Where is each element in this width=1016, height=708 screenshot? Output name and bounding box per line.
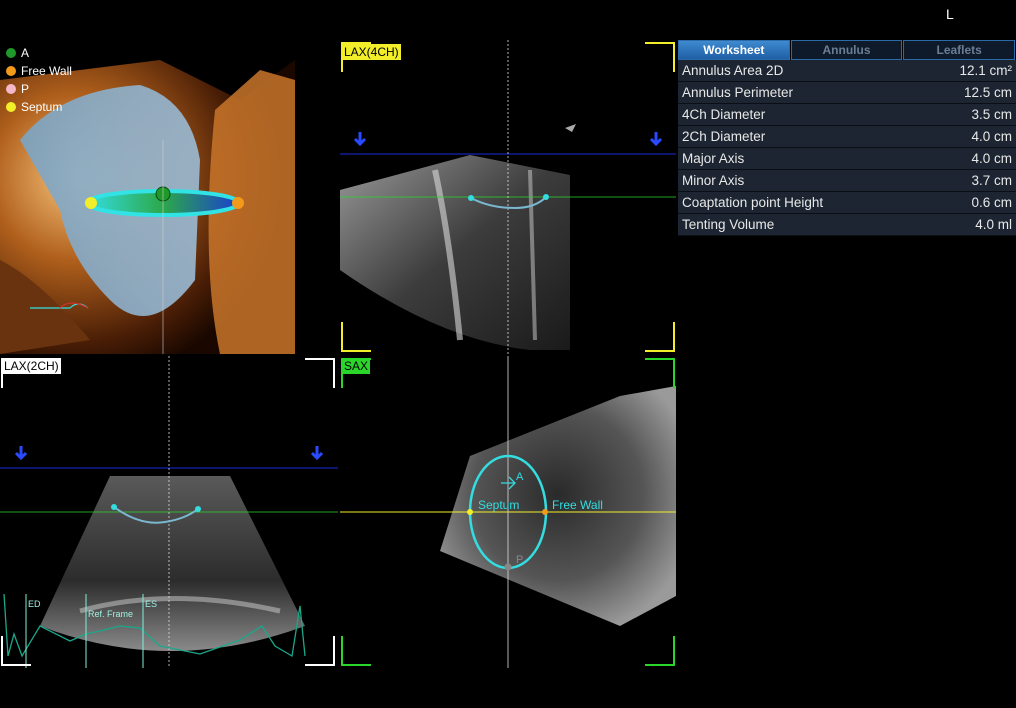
lax2ch-view[interactable]: ED Ref. Frame ES LAX(2CH) — [0, 356, 338, 668]
view-label-lax4ch[interactable]: LAX(4CH) — [342, 44, 401, 60]
table-row[interactable]: 2Ch Diameter 4.0 cm — [678, 126, 1016, 148]
legend-septum-dot-icon — [6, 102, 16, 112]
legend-item-p: P — [6, 82, 29, 96]
view-label-sax[interactable]: SAX — [342, 358, 371, 374]
table-row[interactable]: Coaptation point Height 0.6 cm — [678, 192, 1016, 214]
marker-down-arrow-left-icon — [353, 132, 367, 147]
frame-corner-icon — [305, 358, 335, 388]
sax-label-p: P — [516, 554, 523, 566]
view-label-lax2ch[interactable]: LAX(2CH) — [2, 358, 61, 374]
lax4ch-view[interactable]: LAX(4CH) — [340, 40, 676, 354]
sax-echo-image: Septum Free Wall A P — [340, 356, 676, 668]
ecg-label-ed: ED — [28, 599, 41, 609]
table-row[interactable]: Tenting Volume 4.0 ml — [678, 214, 1016, 236]
tab-leaflets[interactable]: Leaflets — [903, 40, 1016, 60]
worksheet-tabs: Worksheet Annulus Leaflets — [678, 40, 1016, 60]
table-row[interactable]: Annulus Perimeter 12.5 cm — [678, 82, 1016, 104]
table-row[interactable]: Major Axis 4.0 cm — [678, 148, 1016, 170]
sax-view[interactable]: Septum Free Wall A P SAX — [340, 356, 676, 668]
sax-label-septum: Septum — [478, 498, 519, 512]
marker-down-arrow-left-icon — [14, 446, 28, 461]
sax-label-a: A — [516, 471, 524, 483]
table-row[interactable]: 4Ch Diameter 3.5 cm — [678, 104, 1016, 126]
ecg-label-es: ES — [145, 599, 157, 609]
legend-p-dot-icon — [6, 84, 16, 94]
frame-corner-icon — [645, 42, 675, 72]
lax4ch-echo-image — [340, 40, 676, 354]
legend-a-dot-icon — [6, 48, 16, 58]
tab-worksheet[interactable]: Worksheet — [678, 40, 790, 60]
tab-annulus[interactable]: Annulus — [790, 40, 903, 60]
sax-label-free-wall: Free Wall — [552, 498, 603, 512]
orientation-label: L — [946, 6, 954, 22]
3d-view[interactable] — [0, 40, 295, 354]
legend-item-a: A — [6, 46, 29, 60]
frame-corner-icon — [341, 322, 371, 352]
worksheet-panel: Worksheet Annulus Leaflets Annulus Area … — [678, 40, 1016, 236]
frame-corner-icon — [645, 358, 675, 388]
marker-down-arrow-right-icon — [310, 446, 324, 461]
legend-item-free-wall: Free Wall — [6, 64, 72, 78]
3d-render-image — [0, 40, 295, 354]
legend-item-septum: Septum — [6, 100, 62, 114]
table-row[interactable]: Annulus Area 2D 12.1 cm² — [678, 60, 1016, 82]
marker-down-arrow-right-icon — [649, 132, 663, 147]
lax2ch-echo-image: ED Ref. Frame ES — [0, 356, 338, 668]
ecg-label-ref-frame: Ref. Frame — [88, 609, 133, 619]
frame-corner-icon — [305, 636, 335, 666]
frame-corner-icon — [1, 636, 31, 666]
frame-corner-icon — [341, 636, 371, 666]
measurement-table: Annulus Area 2D 12.1 cm² Annulus Perimete… — [678, 60, 1016, 236]
table-row[interactable]: Minor Axis 3.7 cm — [678, 170, 1016, 192]
legend-free-wall-dot-icon — [6, 66, 16, 76]
frame-corner-icon — [645, 636, 675, 666]
frame-corner-icon — [645, 322, 675, 352]
